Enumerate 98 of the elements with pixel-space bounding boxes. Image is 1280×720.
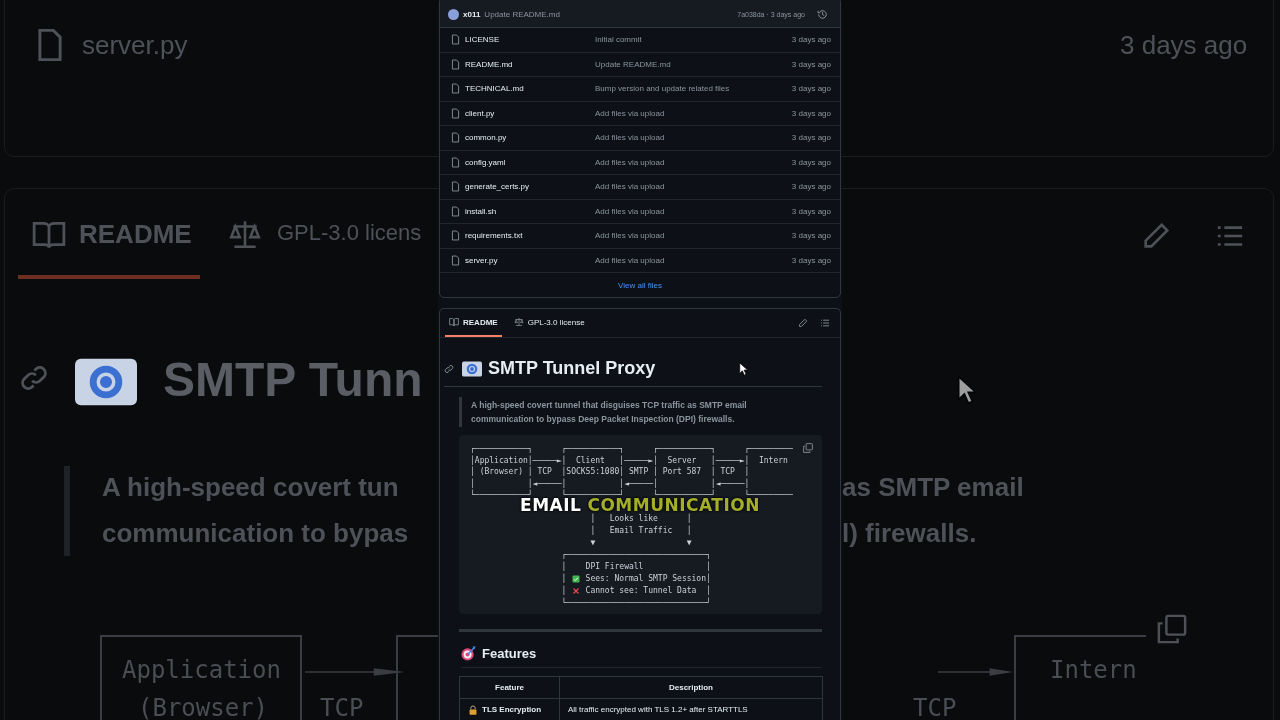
readme-tab[interactable]: GPL-3.0 license <box>509 309 589 337</box>
file-icon <box>450 107 461 119</box>
diagram-line: │ <box>560 572 568 585</box>
list-icon[interactable] <box>820 318 830 328</box>
diagram-line: │ (Browser) │ TCP │SOCKS5:1080│ SMTP │ Port 587 │ TCP │ <box>470 466 751 478</box>
file-icon <box>450 181 461 193</box>
diagram-label: Intern <box>1050 656 1137 684</box>
commit-date: 3 days ago <box>791 35 831 45</box>
diagram-line: │Application│─────►│ Client │─────►│ Server │─────►│ Intern <box>470 454 789 466</box>
target-icon <box>461 645 476 661</box>
summary-text: A high-speed covert tunnel that disguises TCP traffic as SMTP email communication to bypass Deep Packet Inspection (DPI) firewalls. <box>471 399 748 426</box>
commit-date: 3 days ago <box>791 84 831 94</box>
commit-message[interactable]: Add files via upload <box>595 108 792 118</box>
check-icon <box>571 574 580 583</box>
diagram-line: │ Email Traffic │ <box>589 524 692 537</box>
file-name[interactable]: generate_certs.py <box>465 182 595 192</box>
commit-date: 3 days ago <box>791 59 831 69</box>
file-name[interactable]: config.yaml <box>465 157 595 167</box>
commit-date: 3 days ago <box>791 157 831 167</box>
link-icon <box>19 363 49 393</box>
commit-date: 3 days ago <box>791 182 831 192</box>
diagram-line: Cannot see: Tunnel Data │ <box>584 584 711 597</box>
copy-icon[interactable] <box>803 443 813 453</box>
readme-heading: SMTP Tunnel Proxy <box>488 358 656 379</box>
summary-text: A high-speed covert tun <box>102 472 399 503</box>
readme-heading: SMTP Tunn <box>163 352 423 407</box>
cross-icon <box>571 586 580 595</box>
commit-message[interactable]: Add files via upload <box>595 182 792 192</box>
file-icon <box>450 83 461 95</box>
diagram-label: TCP <box>320 694 364 720</box>
caption-word: EMAIL <box>520 497 582 514</box>
commit-message[interactable]: Update README.md <box>484 9 734 19</box>
section-heading: Features <box>482 645 537 661</box>
lock-icon <box>468 704 478 715</box>
diagram-line: │ │◄─────│ │◄─────│ │◄─────│ <box>470 477 751 489</box>
file-name[interactable]: client.py <box>465 108 595 118</box>
commit-message[interactable]: Initial commit <box>595 35 792 45</box>
file-name[interactable]: install.sh <box>465 206 595 216</box>
tab-label: README <box>79 219 192 250</box>
history-icon[interactable] <box>817 8 828 20</box>
commit-message[interactable]: Bump version and update related files <box>595 84 792 94</box>
link-icon[interactable] <box>444 363 454 374</box>
diagram-line: └───────────┘ └───────────┘ └───────────┘ └───────── <box>470 489 793 499</box>
column-header: Feature <box>459 676 560 698</box>
commit-message[interactable]: Add files via upload <box>595 231 792 241</box>
file-name[interactable]: server.py <box>465 255 595 265</box>
readme-tab[interactable]: README <box>445 309 502 337</box>
file-name[interactable]: LICENSE <box>465 35 595 45</box>
diagram-line: ┌─────────────────────────────┐ <box>560 548 711 561</box>
diagram-line: Sees: Normal SMTP Session│ <box>584 572 711 585</box>
pencil-icon[interactable] <box>798 318 808 328</box>
file-icon <box>450 58 461 70</box>
diagram-label: Application <box>122 656 281 684</box>
diagram-line: └─────────────────────────────┘ <box>560 596 711 609</box>
diagram-line: ┌───────────┐ ┌───────────┐ ┌───────────┐ ┌───────── <box>470 443 793 455</box>
file-name[interactable]: common.py <box>465 133 595 143</box>
commit-date: 3 days ago <box>791 133 831 143</box>
tab-label: GPL-3.0 licens <box>277 220 422 246</box>
file-name: server.py <box>82 30 188 61</box>
commit-date: 3 days ago <box>791 255 831 265</box>
table-cell: TLS Encryption <box>482 704 542 715</box>
scale-icon <box>513 317 524 327</box>
commit-date: 3 days ago <box>1120 30 1248 61</box>
summary-text: communication to bypas <box>102 518 409 549</box>
diagram-line: │ <box>560 584 568 597</box>
file-icon <box>450 132 461 144</box>
diagram-label: TCP <box>913 694 957 720</box>
pencil-icon <box>1141 221 1171 251</box>
commit-message[interactable]: Add files via upload <box>595 133 792 143</box>
commit-message[interactable]: Update README.md <box>595 59 792 69</box>
author-name[interactable]: x011 <box>463 9 481 19</box>
commit-message[interactable]: Add files via upload <box>595 206 792 216</box>
file-icon <box>450 34 461 46</box>
file-name[interactable]: TECHNICAL.md <box>465 84 595 94</box>
file-icon <box>450 156 461 168</box>
arrow-icon <box>938 668 1013 676</box>
diagram-label: (Browser) <box>138 694 269 720</box>
diagram-line: │ Looks like │ <box>589 512 692 525</box>
avatar <box>448 8 459 20</box>
copy-icon <box>1157 614 1187 644</box>
column-header: Description <box>559 676 823 698</box>
file-icon <box>450 230 461 242</box>
commit-date: 3 days ago <box>791 231 831 241</box>
file-name[interactable]: README.md <box>465 59 595 69</box>
commit-date: 3 days ago <box>791 206 831 216</box>
commit-date: 3 days ago <box>791 108 831 118</box>
diagram-line: │ DPI Firewall │ <box>560 560 711 573</box>
diagram-line: ▼ ▼ <box>589 536 692 549</box>
view-all-link[interactable]: View all files <box>618 280 662 290</box>
book-icon <box>449 317 459 327</box>
summary-text: as SMTP email <box>842 472 1024 503</box>
file-icon <box>450 254 461 266</box>
file-icon <box>450 205 461 217</box>
commit-message[interactable]: Add files via upload <box>595 157 792 167</box>
caption-word: COMMUNICATION <box>587 497 760 514</box>
commit-message[interactable]: Add files via upload <box>595 255 792 265</box>
summary-text: l) firewalls. <box>842 518 977 549</box>
file-name[interactable]: requirements.txt <box>465 231 595 241</box>
